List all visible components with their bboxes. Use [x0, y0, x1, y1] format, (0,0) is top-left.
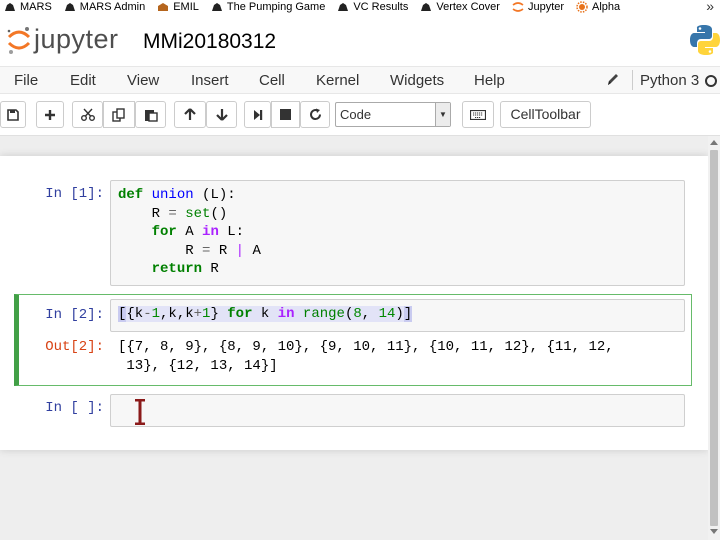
bookmark-icon	[211, 3, 222, 11]
menu-view[interactable]: View	[127, 72, 159, 89]
bookmarks-bar: MARS MARS Admin EMIL The Pumping Game VC…	[0, 0, 720, 14]
code-input-area[interactable]: def union (L): R = set() for A in L: R =…	[110, 180, 685, 286]
bookmark-emil[interactable]: EMIL	[157, 1, 199, 13]
menubar: File Edit View Insert Cell Kernel Widget…	[0, 66, 720, 94]
plus-icon	[45, 109, 55, 120]
celltoolbar-button[interactable]: CellToolbar	[500, 101, 591, 128]
bookmark-label: MARS	[20, 1, 52, 13]
copy-icon	[112, 107, 125, 122]
menu-insert[interactable]: Insert	[191, 72, 229, 89]
bookmark-label: Vertex Cover	[436, 1, 500, 13]
cut-button[interactable]	[72, 101, 103, 128]
bookmark-label: MARS Admin	[79, 1, 146, 13]
output-line: [{7, 8, 9}, {8, 9, 10}, {9, 10, 11}, {10…	[118, 339, 614, 355]
paste-button[interactable]	[135, 101, 166, 128]
code-text: def union (L): R = set() for A in L: R =…	[118, 187, 261, 277]
chevron-down-icon: ▼	[435, 103, 450, 126]
code-input-area[interactable]: [{k-1,k,k+1} for k in range(8, 14)]	[110, 299, 685, 332]
bookmark-icon	[158, 3, 169, 11]
notebook-site: In [1]: def union (L): R = set() for A i…	[0, 136, 720, 540]
bookmark-icon	[5, 3, 15, 11]
arrow-up-icon	[184, 108, 196, 120]
text-cursor-icon	[135, 399, 145, 425]
restart-button[interactable]	[300, 101, 330, 128]
input-prompt: In [2]:	[45, 307, 104, 323]
keyboard-icon	[470, 109, 486, 120]
pencil-icon[interactable]	[606, 72, 620, 88]
cut-icon	[80, 108, 95, 121]
arrow-down-icon	[215, 109, 228, 121]
kernel-separator	[632, 70, 633, 90]
bookmark-vertex-cover[interactable]: Vertex Cover	[420, 1, 500, 13]
code-input-area[interactable]	[110, 394, 685, 427]
stop-icon	[280, 109, 291, 120]
scroll-up-icon[interactable]	[710, 140, 718, 145]
paste-icon	[144, 109, 158, 122]
insert-cell-button[interactable]	[36, 101, 64, 128]
bookmark-alpha[interactable]: Alpha	[576, 1, 620, 13]
scroll-down-icon[interactable]	[710, 529, 718, 534]
bookmark-mars[interactable]: MARS	[4, 1, 52, 13]
code-cell-selected[interactable]: In [2]: [{k-1,k,k+1} for k in range(8, 1…	[14, 294, 692, 386]
jupyter-logo[interactable]: jupyter	[6, 24, 119, 55]
bookmark-icon	[421, 3, 432, 11]
kernel-indicator-icon	[705, 75, 717, 87]
code-cell[interactable]: In [ ]:	[14, 390, 692, 432]
kernel-name[interactable]: Python 3	[640, 72, 699, 89]
bookmark-label: EMIL	[173, 1, 199, 13]
jupyter-icon	[512, 2, 524, 12]
bookmark-label: Jupyter	[527, 1, 565, 13]
python-logo-icon	[690, 25, 720, 55]
toolbar: Code ▼ CellToolbar	[0, 94, 720, 136]
menu-help[interactable]: Help	[474, 72, 505, 89]
bookmark-label: The Pumping Game	[226, 1, 326, 13]
copy-button[interactable]	[103, 101, 135, 128]
bookmark-jupyter[interactable]: Jupyter	[512, 1, 564, 13]
save-icon	[7, 108, 19, 121]
cell-type-select[interactable]: Code ▼	[335, 102, 451, 127]
menu-kernel[interactable]: Kernel	[316, 72, 359, 89]
cell-type-value: Code	[340, 107, 372, 122]
step-forward-icon	[253, 109, 262, 120]
run-button[interactable]	[244, 101, 271, 128]
move-down-button[interactable]	[206, 101, 237, 128]
output-line: 13}, {12, 13, 14}]	[118, 357, 278, 374]
menu-edit[interactable]: Edit	[70, 72, 96, 89]
output-text: [{7, 8, 9}, {8, 9, 10}, {9, 10, 11}, {10…	[118, 338, 614, 375]
sun-icon	[576, 1, 588, 13]
save-button[interactable]	[0, 101, 26, 128]
menu-widgets[interactable]: Widgets	[390, 72, 444, 89]
menu-cell[interactable]: Cell	[259, 72, 285, 89]
notebook-container: In [1]: def union (L): R = set() for A i…	[0, 156, 708, 450]
bookmark-mars-admin[interactable]: MARS Admin	[64, 1, 145, 13]
input-prompt: In [1]:	[45, 186, 104, 202]
bookmark-label: Alpha	[592, 1, 621, 13]
bookmarks-more-icon[interactable]: »	[706, 0, 714, 14]
code-text: [{k-1,k,k+1} for k in range(8, 14)]	[118, 306, 413, 322]
output-prompt: Out[2]:	[45, 339, 104, 355]
menu-file[interactable]: File	[14, 72, 38, 89]
interrupt-button[interactable]	[271, 101, 300, 128]
code-cell[interactable]: In [1]: def union (L): R = set() for A i…	[14, 176, 692, 290]
scrollbar-thumb[interactable]	[710, 150, 718, 526]
bookmark-icon	[338, 3, 349, 11]
command-palette-button[interactable]	[462, 101, 494, 128]
bookmark-pumping-game[interactable]: The Pumping Game	[211, 1, 325, 13]
jupyter-logo-icon	[7, 26, 31, 54]
bookmark-icon	[64, 3, 75, 11]
input-prompt: In [ ]:	[45, 400, 104, 416]
restart-icon	[309, 108, 321, 121]
bookmark-label: VC Results	[353, 1, 409, 13]
notebook-title[interactable]: MMi20180312	[143, 30, 276, 54]
bookmark-vc-results[interactable]: VC Results	[337, 1, 408, 13]
notebook-header: jupyter MMi20180312	[0, 14, 720, 66]
move-up-button[interactable]	[174, 101, 206, 128]
jupyter-logo-text: jupyter	[34, 24, 119, 54]
